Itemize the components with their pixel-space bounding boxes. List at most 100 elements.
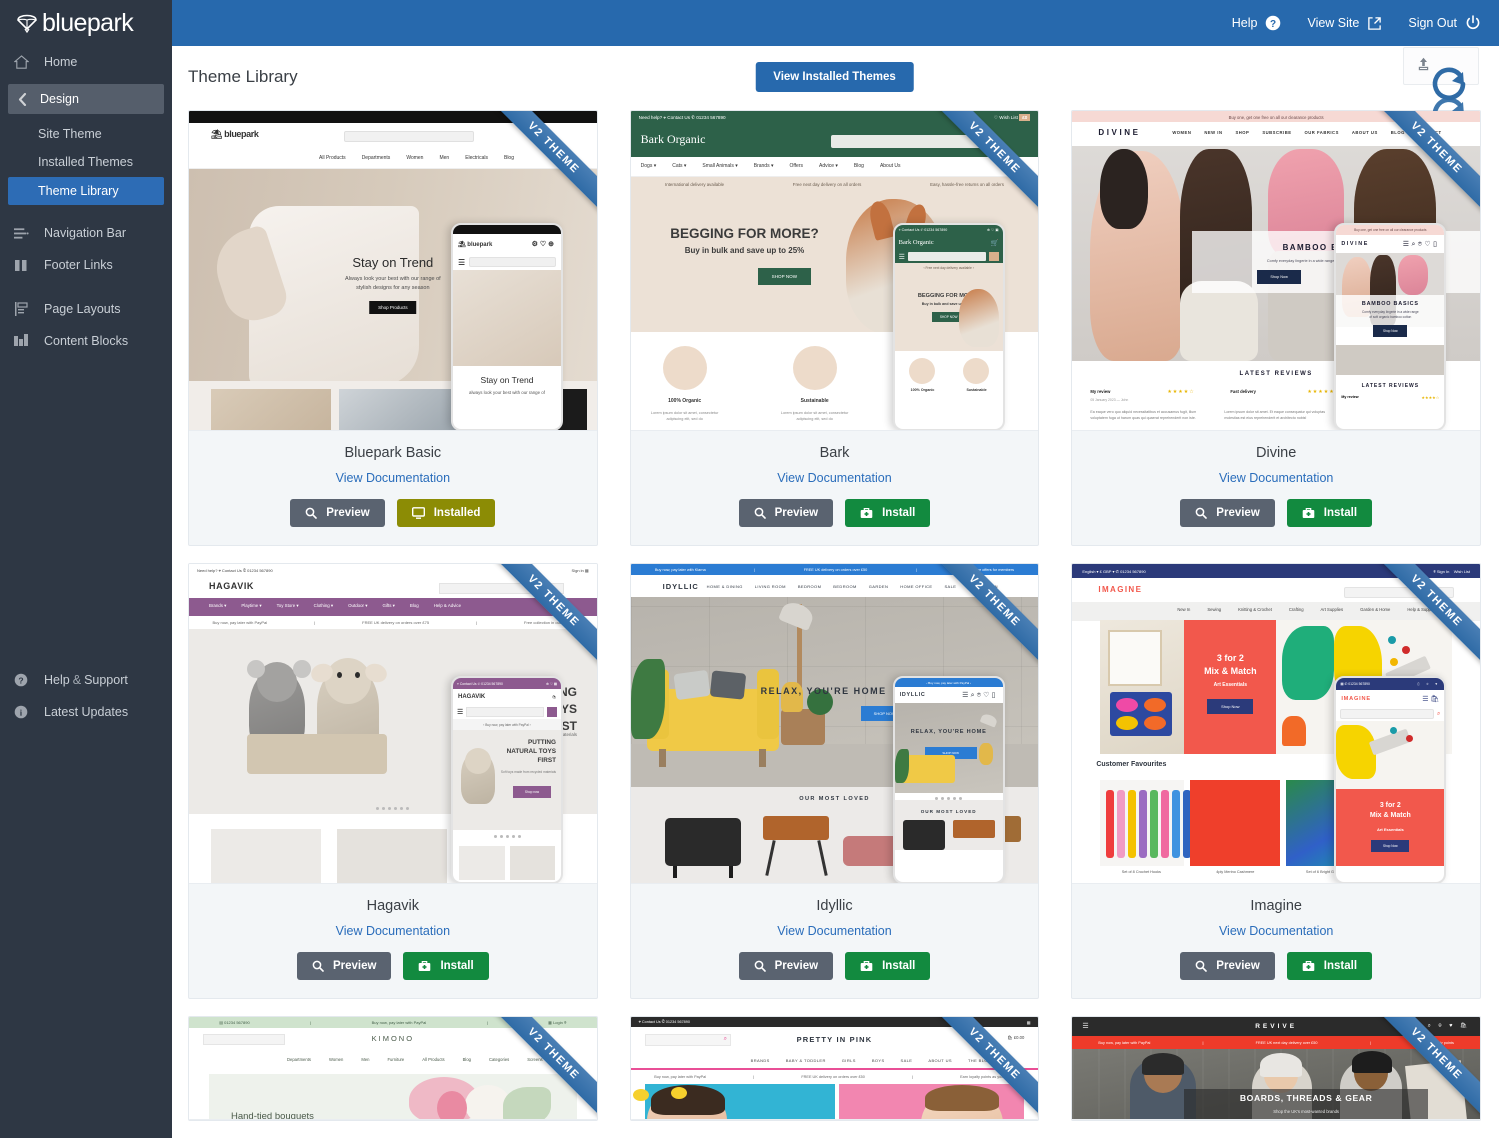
search-icon <box>305 507 318 519</box>
mobile-preview: ⌖ Contact Us ✆ 01234 567890 ⊕ ♡ ▦ HAGAVI… <box>451 676 563 883</box>
view-documentation-link[interactable]: View Documentation <box>336 471 450 485</box>
theme-card[interactable]: ☰ REVIVE ⌕ ⌾ ♥ 🛍 Buy now, pay later with… <box>1071 1016 1481 1121</box>
toolbox-icon <box>1302 507 1315 519</box>
install-button[interactable]: Install <box>1286 499 1373 527</box>
install-button[interactable]: Install <box>845 952 931 980</box>
view-site-link[interactable]: View Site <box>1307 16 1382 31</box>
view-documentation-link[interactable]: View Documentation <box>1219 924 1333 938</box>
layout-flag-icon <box>14 302 32 316</box>
theme-card[interactable]: Need help? ⌖ Contact Us ✆ 01234 567890 ♡… <box>629 110 1040 546</box>
view-installed-themes-button[interactable]: View Installed Themes <box>755 62 914 92</box>
sidebar-item-navigation-bar[interactable]: Navigation Bar <box>0 217 172 249</box>
page-header: Theme Library View Installed Themes <box>188 46 1481 131</box>
sidebar-subitem-installed-themes[interactable]: Installed Themes <box>0 148 172 176</box>
question-circle-icon: ? <box>1265 15 1281 31</box>
theme-actions: Preview Install <box>199 952 587 980</box>
search-icon <box>1195 507 1208 519</box>
install-button[interactable]: Install <box>845 499 931 527</box>
sidebar-subitem-theme-library[interactable]: Theme Library <box>8 177 164 205</box>
sidebar-item-label: Help <box>44 673 70 687</box>
sidebar-item-page-layouts[interactable]: Page Layouts <box>0 293 172 325</box>
theme-card[interactable]: Need help? ⌖ Contact Us ✆ 01234 567890 Si… <box>188 563 598 999</box>
sidebar-item-help-support[interactable]: ? Help & Support <box>0 664 172 696</box>
theme-thumbnail[interactable]: ⛱ bluepark All Products Departments Women M… <box>189 111 597 431</box>
sidebar-item-design[interactable]: Design <box>8 84 164 114</box>
sidebar-item-footer-links[interactable]: Footer Links <box>0 249 172 281</box>
search-icon <box>754 960 766 972</box>
theme-thumbnail[interactable]: ⌖ Contact Us ✆ 01234 567890 ▦ ⌕ PRETTY I… <box>630 1017 1039 1120</box>
help-link[interactable]: Help ? <box>1232 15 1282 31</box>
page-title: Theme Library <box>188 67 298 86</box>
theme-card-body: Imagine View Documentation Preview Insta… <box>1072 884 1480 998</box>
toolbox-icon <box>860 960 873 972</box>
theme-preview-mock: ⛱ bluepark All Products Departments Women M… <box>189 111 597 430</box>
preview-button[interactable]: Preview <box>738 499 834 527</box>
theme-name: Bluepark Basic <box>344 445 442 461</box>
view-documentation-link[interactable]: View Documentation <box>1219 471 1333 485</box>
top-bar: Help ? View Site Sign Out <box>172 0 1499 46</box>
theme-name: Idyllic <box>816 898 853 914</box>
theme-name: Divine <box>1256 445 1297 461</box>
view-documentation-link[interactable]: View Documentation <box>777 471 891 485</box>
sidebar: bluepark Home Design Site Theme Installe… <box>0 0 172 1138</box>
theme-card[interactable]: ⛱ bluepark All Products Departments Women M… <box>188 110 598 546</box>
theme-card[interactable]: English ▾ £ GBP ▾ ✆ 01234 567890 ⌾ Sign … <box>1071 563 1481 999</box>
theme-thumbnail[interactable]: Need help? ⌖ Contact Us ✆ 01234 567890 ♡… <box>630 111 1039 431</box>
preview-button[interactable]: Preview <box>1180 499 1275 527</box>
installed-button[interactable]: Installed <box>396 499 496 527</box>
view-documentation-link[interactable]: View Documentation <box>777 924 891 938</box>
preview-label: Preview <box>326 507 370 519</box>
search-icon <box>1195 960 1208 972</box>
sidebar-item-content-blocks[interactable]: Content Blocks <box>0 325 172 357</box>
toolbox-icon <box>860 507 873 519</box>
preview-button[interactable]: Preview <box>738 952 834 980</box>
preview-label: Preview <box>332 960 377 972</box>
theme-name: Hagavik <box>366 898 420 914</box>
preview-button[interactable]: Preview <box>1180 952 1275 980</box>
brand-logo[interactable]: bluepark <box>0 0 172 46</box>
toolbox-icon <box>1302 960 1315 972</box>
theme-thumbnail[interactable]: ☰ REVIVE ⌕ ⌾ ♥ 🛍 Buy now, pay later with… <box>1072 1017 1480 1120</box>
preview-label: Preview <box>1216 507 1260 519</box>
theme-preview-mock: ▤ 01234 567890 | Buy now, pay later with P… <box>189 1017 597 1119</box>
theme-thumbnail[interactable]: ▤ 01234 567890 | Buy now, pay later with P… <box>189 1017 597 1120</box>
search-icon <box>754 507 766 519</box>
info-circle-icon: i <box>14 705 32 719</box>
theme-grid-partial: ▤ 01234 567890 | Buy now, pay later with P… <box>188 1016 1481 1121</box>
sidebar-item-home[interactable]: Home <box>0 46 172 78</box>
sidebar-subitem-site-theme[interactable]: Site Theme <box>0 120 172 148</box>
sidebar-item-latest-updates[interactable]: i Latest Updates <box>0 696 172 728</box>
theme-thumbnail[interactable]: Buy one, get one free on all our clearan… <box>1072 111 1480 431</box>
sidebar-item-label: Latest Updates <box>44 705 129 719</box>
theme-thumbnail[interactable]: Buy now, pay later with Klarna | FREE UK d… <box>630 564 1039 884</box>
sign-out-link[interactable]: Sign Out <box>1408 15 1481 31</box>
preview-button[interactable]: Preview <box>290 499 385 527</box>
theme-thumbnail[interactable]: Need help? ⌖ Contact Us ✆ 01234 567890 Si… <box>189 564 597 884</box>
install-button[interactable]: Install <box>1286 952 1373 980</box>
theme-thumbnail[interactable]: English ▾ £ GBP ▾ ✆ 01234 567890 ⌾ Sign … <box>1072 564 1480 884</box>
mobile-preview: ▦ ✆ 01234 567890 ▯ ⌾ ♥ IMAGINE ☰ 🛍 ⌕ 3 fo… <box>1334 676 1447 883</box>
question-circle-icon: ? <box>14 673 32 687</box>
preview-button[interactable]: Preview <box>296 952 392 980</box>
view-site-label: View Site <box>1307 16 1360 30</box>
list-icon <box>14 227 32 240</box>
parachute-icon <box>14 10 40 36</box>
preview-label: Preview <box>774 507 819 519</box>
theme-preview-mock: ⌖ Contact Us ✆ 01234 567890 ▦ ⌕ PRETTY I… <box>630 1017 1039 1119</box>
main-area: Help ? View Site Sign Out Theme Library … <box>172 0 1499 1138</box>
theme-name: Imagine <box>1250 898 1302 914</box>
view-documentation-link[interactable]: View Documentation <box>336 924 450 938</box>
theme-card[interactable]: ⌖ Contact Us ✆ 01234 567890 ▦ ⌕ PRETTY I… <box>629 1016 1040 1121</box>
toolbox-icon <box>418 960 431 972</box>
install-button[interactable]: Install <box>403 952 489 980</box>
install-label: Install <box>1323 507 1358 519</box>
theme-card-body: Hagavik View Documentation Preview Insta… <box>189 884 597 998</box>
theme-card[interactable]: Buy now, pay later with Klarna | FREE UK d… <box>629 563 1040 999</box>
theme-preview-mock: Need help? ⌖ Contact Us ✆ 01234 567890 ♡… <box>630 111 1039 430</box>
sidebar-subitem-label: Installed Themes <box>38 155 133 169</box>
theme-card[interactable]: ▤ 01234 567890 | Buy now, pay later with P… <box>188 1016 598 1121</box>
theme-name: Bark <box>819 445 850 461</box>
power-icon <box>1465 15 1481 31</box>
theme-card[interactable]: Buy one, get one free on all our clearan… <box>1071 110 1481 546</box>
sidebar-item-label: Page Layouts <box>44 302 121 316</box>
